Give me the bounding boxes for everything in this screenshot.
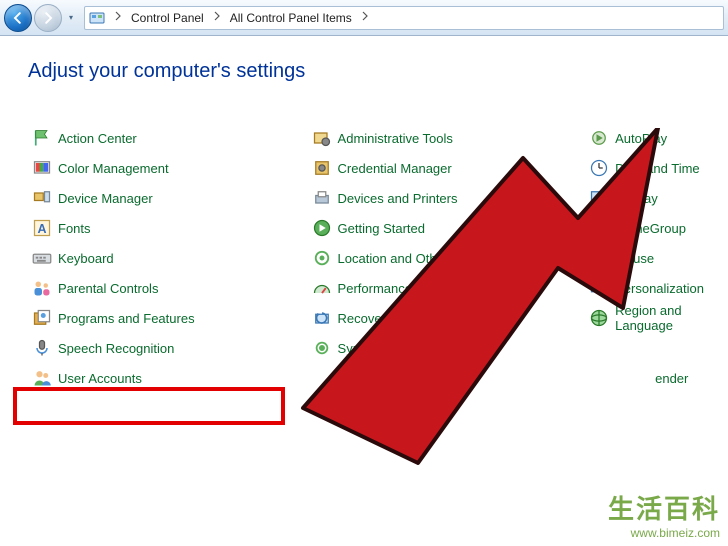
- item-label: Date and Time: [615, 161, 700, 176]
- fonts-icon: A: [32, 218, 52, 238]
- programs-icon: [32, 308, 52, 328]
- item-location-sensors[interactable]: Location and Other Sensors: [308, 243, 586, 273]
- column-2: Administrative Tools Credential Manager …: [308, 123, 586, 393]
- breadcrumb-control-panel[interactable]: Control Panel: [129, 11, 206, 25]
- gauge-icon: [312, 278, 332, 298]
- item-label: Color Management: [58, 161, 169, 176]
- item-fonts[interactable]: A Fonts: [28, 213, 308, 243]
- item-mouse[interactable]: Mouse: [585, 243, 708, 273]
- item-label: Speech Recognition: [58, 341, 174, 356]
- item-speech-recognition[interactable]: Speech Recognition: [28, 333, 308, 363]
- item-label: Display: [615, 191, 658, 206]
- breadcrumb-sep-icon[interactable]: [354, 11, 376, 24]
- nav-history-dropdown[interactable]: ▾: [64, 8, 78, 28]
- item-label: Region and Language: [615, 303, 704, 333]
- item-label: Administrative Tools: [338, 131, 453, 146]
- item-label: Mouse: [615, 251, 654, 266]
- item-label: Keyboard: [58, 251, 114, 266]
- users-icon: [32, 368, 52, 388]
- item-homegroup[interactable]: HomeGroup: [585, 213, 708, 243]
- item-devices-printers[interactable]: Devices and Printers: [308, 183, 586, 213]
- item-label: HomeGroup: [615, 221, 686, 236]
- item-label: Action Center: [58, 131, 137, 146]
- watermark-chinese: 生活百科: [608, 489, 720, 526]
- item-date-time[interactable]: Date and Time: [585, 153, 708, 183]
- item-label: Getting Started: [338, 221, 425, 236]
- item-programs-features[interactable]: Programs and Features: [28, 303, 308, 333]
- breadcrumb-all-items[interactable]: All Control Panel Items: [228, 11, 354, 25]
- item-device-manager[interactable]: Device Manager: [28, 183, 308, 213]
- item-sync[interactable]: Syn: [308, 333, 586, 363]
- sync-icon: [312, 338, 332, 358]
- item-label: Devices and Printers: [338, 191, 458, 206]
- item-admin-tools[interactable]: Administrative Tools: [308, 123, 586, 153]
- content-area: Adjust your computer's settings Action C…: [0, 36, 728, 403]
- clock-icon: [589, 158, 609, 178]
- watermark-url: www.bimeiz.com: [608, 526, 720, 540]
- item-display[interactable]: Display: [585, 183, 708, 213]
- monitor-icon: [589, 188, 609, 208]
- start-icon: [312, 218, 332, 238]
- item-label: Recovery: [338, 311, 393, 326]
- tools-icon: [312, 128, 332, 148]
- item-getting-started[interactable]: Getting Started: [308, 213, 586, 243]
- flag-icon: [32, 128, 52, 148]
- forward-button[interactable]: [34, 4, 62, 32]
- item-label: ender: [615, 371, 688, 386]
- back-button[interactable]: [4, 4, 32, 32]
- breadcrumb-sep-icon[interactable]: [107, 11, 129, 24]
- item-label: Credential Manager: [338, 161, 452, 176]
- breadcrumb-sep-icon[interactable]: [206, 11, 228, 24]
- keyboard-icon: [32, 248, 52, 268]
- mouse-icon: [589, 248, 609, 268]
- column-3: AutoPlay Date and Time Display HomeGroup…: [585, 123, 708, 393]
- color-icon: [32, 158, 52, 178]
- item-recovery[interactable]: Recovery: [308, 303, 586, 333]
- control-panel-grid: Action Center Color Management Device Ma…: [28, 123, 708, 393]
- item-parental-controls[interactable]: Parental Controls: [28, 273, 308, 303]
- nav-buttons: ▾: [4, 4, 78, 32]
- item-label: AutoPlay: [615, 131, 667, 146]
- item-label: Performance Informati: [338, 281, 467, 296]
- svg-text:A: A: [37, 222, 46, 236]
- item-action-center[interactable]: Action Center: [28, 123, 308, 153]
- column-1: Action Center Color Management Device Ma…: [28, 123, 308, 393]
- family-icon: [32, 278, 52, 298]
- item-label: Syn: [338, 341, 360, 356]
- item-personalization[interactable]: Personalization: [585, 273, 708, 303]
- globe-icon: [589, 308, 609, 328]
- item-credential-manager[interactable]: Credential Manager: [308, 153, 586, 183]
- breadcrumb-bar[interactable]: Control Panel All Control Panel Items: [84, 6, 724, 30]
- item-user-accounts[interactable]: User Accounts: [28, 363, 308, 393]
- item-autoplay[interactable]: AutoPlay: [585, 123, 708, 153]
- item-color-management[interactable]: Color Management: [28, 153, 308, 183]
- address-toolbar: ▾ Control Panel All Control Panel Items: [0, 0, 728, 36]
- item-keyboard[interactable]: Keyboard: [28, 243, 308, 273]
- item-region-language[interactable]: Region and Language: [585, 303, 708, 333]
- item-label: Device Manager: [58, 191, 153, 206]
- item-label: User Accounts: [58, 371, 142, 386]
- printer-icon: [312, 188, 332, 208]
- sensor-icon: [312, 248, 332, 268]
- item-label: Programs and Features: [58, 311, 195, 326]
- safe-icon: [312, 158, 332, 178]
- autoplay-icon: [589, 128, 609, 148]
- paint-icon: [589, 278, 609, 298]
- control-panel-icon: [89, 10, 105, 26]
- watermark: 生活百科 www.bimeiz.com: [608, 489, 720, 540]
- recovery-icon: [312, 308, 332, 328]
- house-icon: [589, 218, 609, 238]
- item-performance[interactable]: Performance Informati: [308, 273, 586, 303]
- microphone-icon: [32, 338, 52, 358]
- item-label: Location and Other Sensors: [338, 251, 500, 266]
- item-partial[interactable]: ender: [585, 363, 708, 393]
- item-label: Fonts: [58, 221, 91, 236]
- device-icon: [32, 188, 52, 208]
- item-label: Parental Controls: [58, 281, 158, 296]
- page-heading: Adjust your computer's settings: [28, 60, 708, 83]
- item-label: Personalization: [615, 281, 704, 296]
